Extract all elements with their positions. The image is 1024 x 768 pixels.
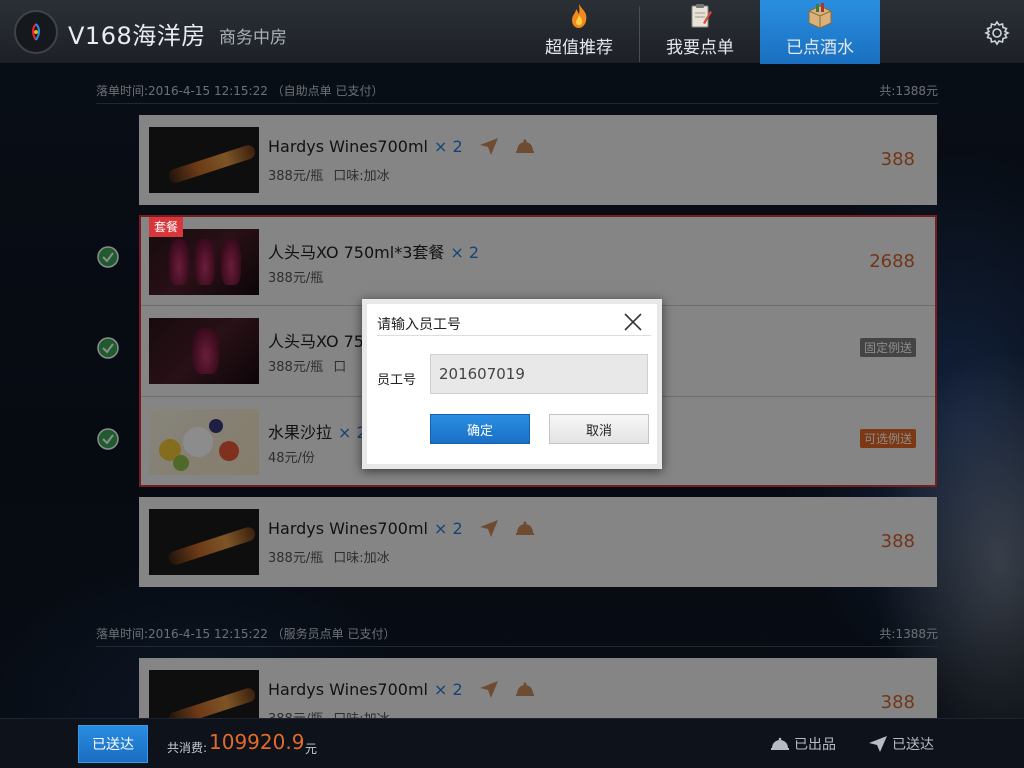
employee-id-input[interactable]	[430, 354, 648, 394]
room-name: V168海洋房	[68, 22, 206, 50]
total-unit: 元	[305, 742, 318, 756]
tab-label: 我要点单	[666, 38, 734, 58]
tab-ordered-drinks[interactable]: 已点酒水	[760, 0, 880, 64]
cloche-icon	[771, 737, 789, 750]
top-bar: V168海洋房 商务中房 超值推荐 我要点单 已点酒水	[0, 0, 1024, 64]
cancel-button[interactable]: 取消	[549, 414, 649, 444]
total-label: 共消费:	[167, 741, 208, 755]
fire-icon	[572, 4, 587, 28]
tab-label: 超值推荐	[545, 38, 613, 58]
tab-recommend[interactable]: 超值推荐	[519, 0, 639, 64]
room-type: 商务中房	[219, 28, 287, 48]
legend-delivered: 已送达	[868, 734, 934, 754]
package-badge: 套餐	[149, 217, 184, 237]
tab-order[interactable]: 我要点单	[640, 0, 760, 64]
brand-logo	[14, 10, 58, 54]
logo-icon	[32, 23, 40, 41]
legend-served: 已出品	[770, 734, 836, 754]
mark-delivered-button[interactable]: 已送达	[78, 725, 148, 763]
total-amount: 109920.9	[209, 730, 305, 754]
legend-label: 已送达	[892, 737, 934, 753]
bottom-bar: 已送达 共消费: 109920.9 元 已出品 已送达	[0, 718, 1024, 768]
dialog-divider	[377, 335, 651, 336]
gear-icon[interactable]	[984, 20, 1010, 46]
order-pad-icon	[691, 4, 712, 28]
close-icon[interactable]	[623, 312, 643, 332]
legend-label: 已出品	[794, 737, 836, 753]
employee-id-dialog: 请输入员工号 员工号 确定 取消	[362, 299, 662, 469]
tab-label: 已点酒水	[786, 38, 854, 58]
dialog-title: 请输入员工号	[377, 317, 461, 333]
confirm-button[interactable]: 确定	[430, 414, 530, 444]
employee-id-label: 员工号	[377, 373, 417, 388]
send-icon	[869, 736, 887, 752]
drinks-box-icon	[808, 3, 832, 29]
